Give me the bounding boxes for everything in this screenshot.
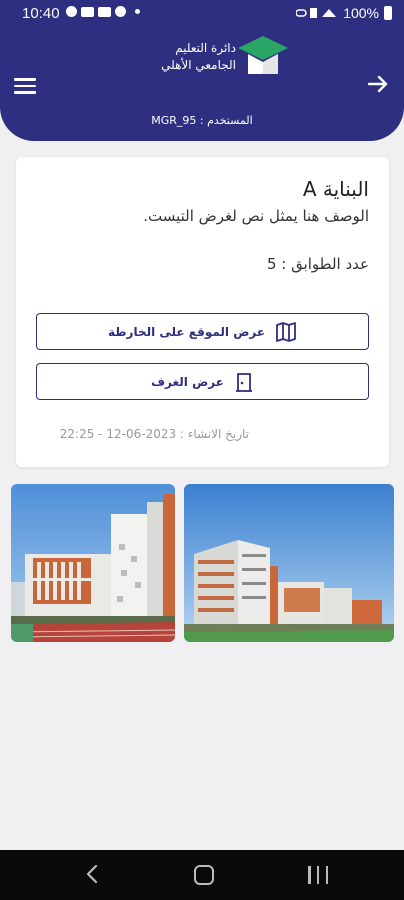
building-photo-2[interactable] — [184, 484, 394, 642]
building-card: البناية A الوصف هنا يمثل نص لغرض التيست.… — [16, 157, 389, 467]
creation-date: تاريخ الانشاء : 2023-06-12 - 22:25 — [59, 427, 249, 441]
view-map-button[interactable]: عرض الموقع على الخارطة — [36, 313, 369, 350]
youtube-icon — [81, 6, 94, 17]
menu-icon — [14, 78, 36, 81]
building-image — [184, 484, 394, 642]
building-image — [11, 484, 175, 642]
logo-text: دائرة التعليم الجامعي الأهلي — [161, 40, 236, 74]
mail-icon — [98, 6, 111, 17]
logo-line-2: الجامعي الأهلي — [161, 58, 236, 72]
system-navigation-bar — [0, 850, 404, 900]
building-title: البناية A — [302, 177, 369, 201]
nav-back-icon[interactable] — [84, 864, 100, 884]
nav-recents-icon[interactable] — [308, 866, 328, 884]
logo: دائرة التعليم الجامعي الأهلي — [120, 32, 290, 84]
notification-icons — [66, 6, 140, 17]
status-bar: 10:40 100% — [0, 0, 404, 28]
status-right: 100% — [296, 5, 392, 21]
door-icon — [235, 372, 252, 392]
menu-button[interactable] — [14, 74, 38, 96]
cloud-icon — [115, 6, 126, 17]
building-description: الوصف هنا يمثل نص لغرض التيست. — [143, 207, 369, 225]
battery-icon — [384, 6, 392, 20]
view-map-label: عرض الموقع على الخارطة — [107, 324, 266, 339]
map-icon — [276, 321, 296, 342]
more-dot-icon — [135, 9, 140, 14]
logo-line-1: دائرة التعليم — [175, 41, 236, 55]
view-rooms-label: عرض الغرف — [151, 374, 224, 389]
view-rooms-button[interactable]: عرض الغرف — [36, 363, 369, 400]
arrow-right-icon[interactable] — [366, 72, 390, 96]
nav-home-icon[interactable] — [194, 865, 214, 885]
battery-percent: 100% — [343, 5, 379, 21]
floors-count: عدد الطوابق : 5 — [266, 255, 369, 273]
notification-icon — [66, 6, 77, 17]
building-photo-1[interactable] — [11, 484, 175, 642]
status-time: 10:40 — [22, 5, 60, 22]
signal-icons — [296, 8, 337, 18]
graduation-cap-icon — [238, 36, 288, 74]
user-label: المستخدم : MGR_95 — [151, 114, 253, 127]
